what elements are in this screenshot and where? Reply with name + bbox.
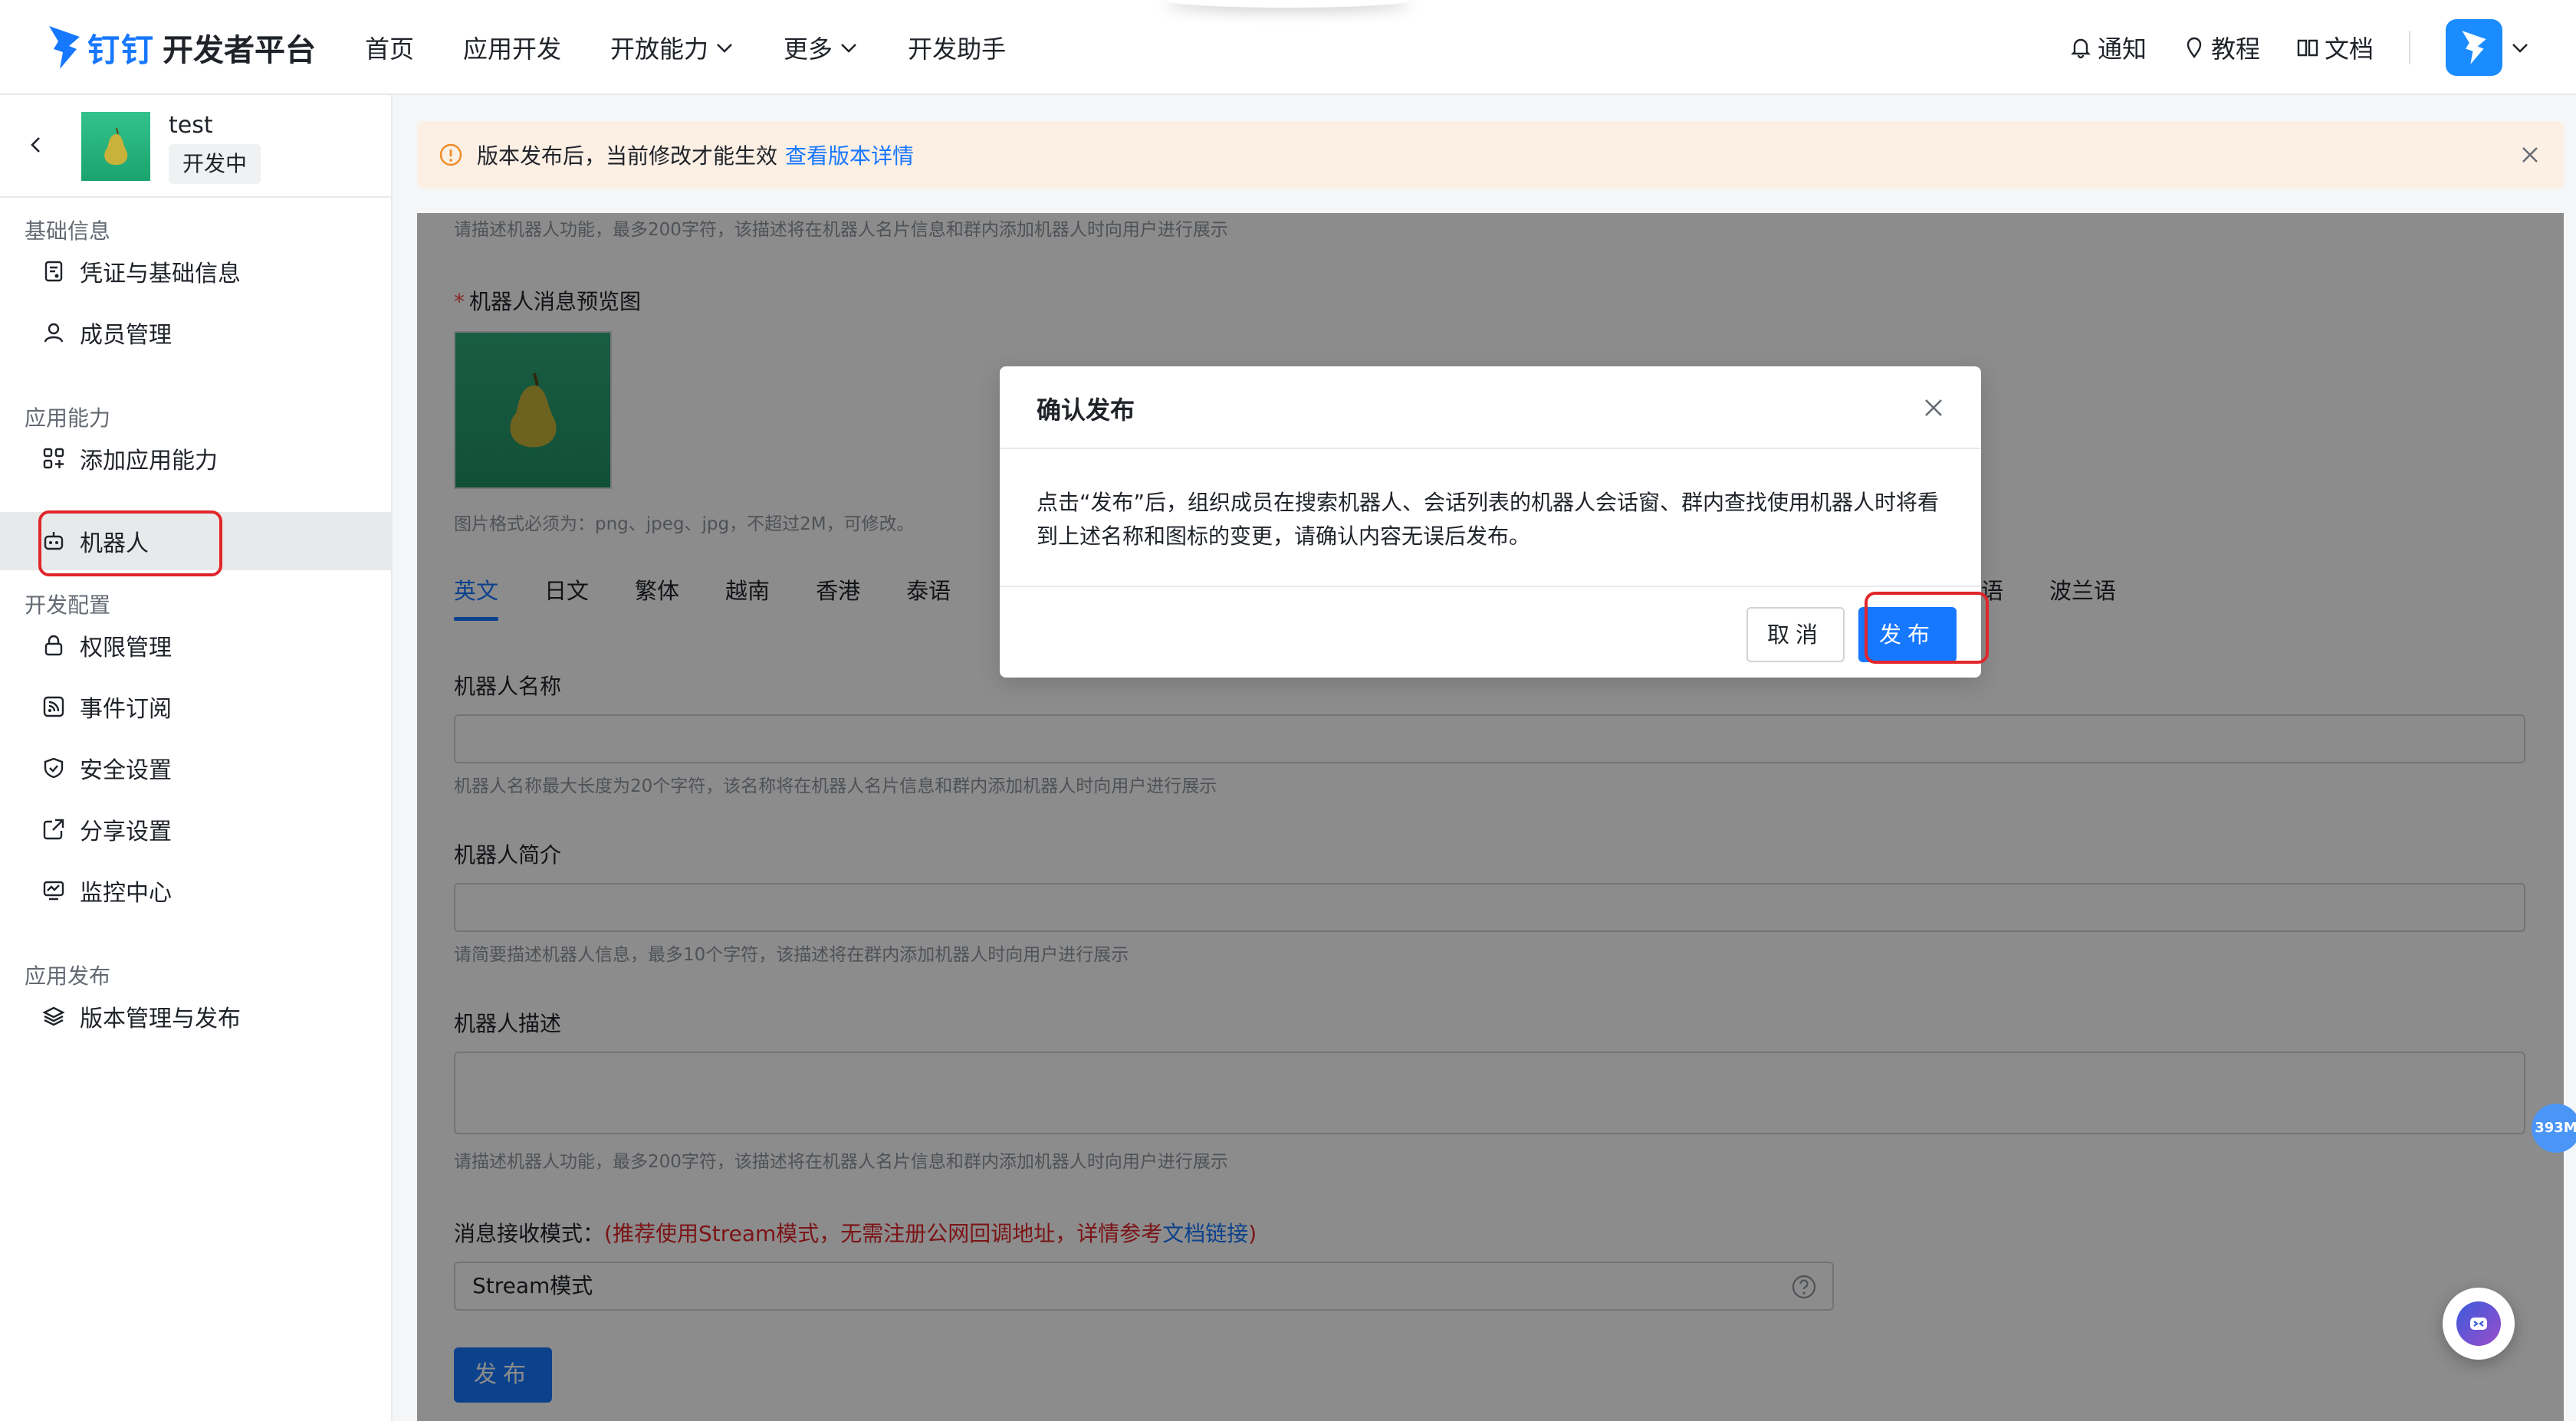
modal-body-line-2: 到上述名称和图标的变更，请确认内容无误后发布。 bbox=[1037, 523, 1531, 549]
brand[interactable]: 钉钉 开发者平台 bbox=[46, 17, 316, 78]
view-version-link[interactable]: 查看版本详情 bbox=[785, 139, 914, 170]
share-icon bbox=[43, 819, 64, 840]
app-name: test bbox=[169, 112, 213, 139]
credential-icon bbox=[44, 261, 63, 282]
monitor-icon bbox=[43, 881, 64, 901]
avatar bbox=[2446, 19, 2502, 76]
nav-app-dev[interactable]: 应用开发 bbox=[463, 30, 561, 65]
chevron-down-icon bbox=[841, 44, 856, 53]
rss-icon bbox=[43, 696, 64, 717]
user-menu[interactable] bbox=[2446, 19, 2530, 76]
back-arrow-icon[interactable] bbox=[26, 135, 46, 155]
sidebar-item-credentials[interactable]: 凭证与基础信息 bbox=[41, 241, 241, 302]
version-notice-banner: 版本发布后，当前修改才能生效 查看版本详情 bbox=[417, 121, 2564, 189]
notice-text: 版本发布后，当前修改才能生效 bbox=[477, 143, 778, 169]
cancel-button[interactable]: 取消 bbox=[1746, 607, 1845, 662]
notify-link[interactable]: 通知 bbox=[2068, 30, 2147, 65]
lock-icon bbox=[44, 635, 63, 656]
dingtalk-avatar-icon bbox=[2462, 31, 2486, 64]
nav-open-capability[interactable]: 开放能力 bbox=[610, 30, 734, 65]
chevron-down-icon bbox=[717, 44, 732, 53]
layers-icon bbox=[42, 1006, 65, 1026]
sidebar-item-security[interactable]: 安全设置 bbox=[41, 737, 172, 799]
sidebar-item-versions[interactable]: 版本管理与发布 bbox=[41, 986, 241, 1047]
user-icon bbox=[44, 323, 64, 343]
brand-name: 钉钉 bbox=[87, 31, 156, 69]
shield-icon bbox=[44, 757, 64, 779]
close-icon[interactable] bbox=[2518, 143, 2542, 167]
apps-icon bbox=[43, 448, 64, 469]
nav-more[interactable]: 更多 bbox=[784, 30, 859, 65]
chevron-down-icon bbox=[2512, 44, 2528, 53]
book-icon bbox=[2297, 39, 2318, 57]
confirm-publish-modal: 确认发布 点击“发布”后，组织成员在搜索机器人、会话列表的机器人会话窗、群内查找… bbox=[1000, 366, 1989, 678]
highlight-publish-annotation bbox=[1865, 592, 1989, 664]
top-navbar: 钉钉 开发者平台 首页 应用开发 开放能力 更多 开发助手 通知 教程 文档 bbox=[0, 0, 2576, 95]
sidebar-item-permissions[interactable]: 权限管理 bbox=[41, 615, 172, 676]
location-pin-icon bbox=[2187, 37, 2202, 59]
nav-home[interactable]: 首页 bbox=[365, 30, 414, 65]
modal-body-line-1: 点击“发布”后，组织成员在搜索机器人、会话列表的机器人会话窗、群内查找使用机器人… bbox=[1037, 490, 1940, 515]
pear-icon bbox=[104, 127, 128, 166]
modal-title: 确认发布 bbox=[1037, 395, 1135, 425]
docs-link[interactable]: 文档 bbox=[2295, 30, 2374, 65]
highlight-robot-annotation bbox=[38, 510, 222, 576]
nav-right: 通知 教程 文档 bbox=[2033, 0, 2530, 95]
bell-icon bbox=[2071, 38, 2091, 59]
assistant-button[interactable] bbox=[2443, 1288, 2515, 1360]
modal-body: 点击“发布”后，组织成员在搜索机器人、会话列表的机器人会话窗、群内查找使用机器人… bbox=[1000, 449, 1981, 587]
brand-subtitle: 开发者平台 bbox=[163, 33, 317, 68]
sidebar-item-members[interactable]: 成员管理 bbox=[41, 302, 172, 363]
dingtalk-logo-icon bbox=[49, 26, 80, 69]
sidebar-item-events[interactable]: 事件订阅 bbox=[41, 676, 172, 737]
assistant-avatar bbox=[2456, 1301, 2501, 1346]
app-icon bbox=[81, 112, 150, 181]
modal-header: 确认发布 bbox=[1000, 366, 1981, 449]
sidebar-item-share[interactable]: 分享设置 bbox=[41, 799, 172, 860]
sidebar-item-monitor[interactable]: 监控中心 bbox=[41, 860, 172, 921]
close-icon[interactable] bbox=[1920, 394, 1947, 422]
nav-dev-assistant[interactable]: 开发助手 bbox=[908, 30, 1006, 65]
tutorial-link[interactable]: 教程 bbox=[2182, 30, 2260, 65]
sidebar: test 开发中 基础信息 凭证与基础信息 成员管理 应用能力 添加应用能力 机… bbox=[0, 95, 393, 1421]
app-header: test 开发中 bbox=[0, 95, 391, 198]
nav-divider bbox=[2409, 31, 2410, 64]
main-nav: 首页 应用开发 开放能力 更多 开发助手 bbox=[365, 0, 1055, 95]
assistant-icon bbox=[2470, 1318, 2487, 1330]
memory-badge[interactable]: 393M bbox=[2532, 1104, 2576, 1153]
sidebar-item-add-capability[interactable]: 添加应用能力 bbox=[41, 428, 218, 489]
app-status-badge: 开发中 bbox=[169, 144, 261, 184]
info-warning-icon bbox=[439, 143, 462, 166]
